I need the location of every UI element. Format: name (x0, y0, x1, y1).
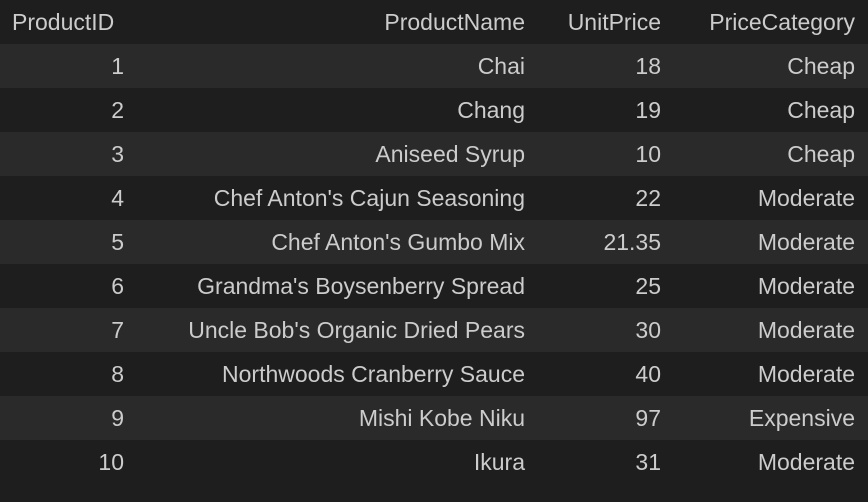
cell-unitprice[interactable]: 21.35 (538, 220, 674, 264)
cell-unitprice[interactable]: 97 (538, 396, 674, 440)
cell-unitprice[interactable]: 31 (538, 440, 674, 484)
cell-productid[interactable]: 4 (0, 176, 137, 220)
table-header: ProductID ProductName UnitPrice PriceCat… (0, 0, 868, 44)
table-row[interactable]: 6 Grandma's Boysenberry Spread 25 Modera… (0, 264, 868, 308)
cell-pricecategory[interactable]: Moderate (674, 264, 868, 308)
cell-pricecategory[interactable]: Moderate (674, 176, 868, 220)
cell-productname[interactable]: Ikura (137, 440, 538, 484)
cell-unitprice[interactable]: 19 (538, 88, 674, 132)
table-row[interactable]: 3 Aniseed Syrup 10 Cheap (0, 132, 868, 176)
cell-productname[interactable]: Chang (137, 88, 538, 132)
cell-productname[interactable]: Grandma's Boysenberry Spread (137, 264, 538, 308)
table-row[interactable]: 4 Chef Anton's Cajun Seasoning 22 Modera… (0, 176, 868, 220)
column-header-productid[interactable]: ProductID (0, 0, 137, 44)
cell-productname[interactable]: Northwoods Cranberry Sauce (137, 352, 538, 396)
column-header-unitprice[interactable]: UnitPrice (538, 0, 674, 44)
table-row[interactable]: 1 Chai 18 Cheap (0, 44, 868, 88)
cell-pricecategory[interactable]: Moderate (674, 220, 868, 264)
cell-productid[interactable]: 10 (0, 440, 137, 484)
cell-productid[interactable]: 6 (0, 264, 137, 308)
column-header-productname[interactable]: ProductName (137, 0, 538, 44)
table-row[interactable]: 7 Uncle Bob's Organic Dried Pears 30 Mod… (0, 308, 868, 352)
cell-unitprice[interactable]: 18 (538, 44, 674, 88)
cell-productname[interactable]: Chef Anton's Gumbo Mix (137, 220, 538, 264)
table-row[interactable]: 9 Mishi Kobe Niku 97 Expensive (0, 396, 868, 440)
table-row[interactable]: 10 Ikura 31 Moderate (0, 440, 868, 484)
cell-productid[interactable]: 7 (0, 308, 137, 352)
cell-pricecategory[interactable]: Cheap (674, 88, 868, 132)
column-header-pricecategory[interactable]: PriceCategory (674, 0, 868, 44)
cell-productname[interactable]: Aniseed Syrup (137, 132, 538, 176)
cell-unitprice[interactable]: 22 (538, 176, 674, 220)
cell-unitprice[interactable]: 30 (538, 308, 674, 352)
cell-productname[interactable]: Mishi Kobe Niku (137, 396, 538, 440)
cell-productid[interactable]: 5 (0, 220, 137, 264)
cell-productid[interactable]: 2 (0, 88, 137, 132)
table-row[interactable]: 5 Chef Anton's Gumbo Mix 21.35 Moderate (0, 220, 868, 264)
cell-productid[interactable]: 1 (0, 44, 137, 88)
cell-pricecategory[interactable]: Moderate (674, 308, 868, 352)
header-row: ProductID ProductName UnitPrice PriceCat… (0, 0, 868, 44)
table-row[interactable]: 2 Chang 19 Cheap (0, 88, 868, 132)
cell-productname[interactable]: Chef Anton's Cajun Seasoning (137, 176, 538, 220)
cell-unitprice[interactable]: 40 (538, 352, 674, 396)
query-result-grid: ProductID ProductName UnitPrice PriceCat… (0, 0, 868, 502)
cell-pricecategory[interactable]: Moderate (674, 440, 868, 484)
table-body: 1 Chai 18 Cheap 2 Chang 19 Cheap 3 Anise… (0, 44, 868, 484)
cell-pricecategory[interactable]: Cheap (674, 44, 868, 88)
cell-productname[interactable]: Chai (137, 44, 538, 88)
cell-productid[interactable]: 9 (0, 396, 137, 440)
result-table: ProductID ProductName UnitPrice PriceCat… (0, 0, 868, 484)
table-row[interactable]: 8 Northwoods Cranberry Sauce 40 Moderate (0, 352, 868, 396)
cell-pricecategory[interactable]: Cheap (674, 132, 868, 176)
cell-productid[interactable]: 3 (0, 132, 137, 176)
cell-pricecategory[interactable]: Expensive (674, 396, 868, 440)
cell-unitprice[interactable]: 25 (538, 264, 674, 308)
cell-unitprice[interactable]: 10 (538, 132, 674, 176)
cell-productid[interactable]: 8 (0, 352, 137, 396)
cell-pricecategory[interactable]: Moderate (674, 352, 868, 396)
cell-productname[interactable]: Uncle Bob's Organic Dried Pears (137, 308, 538, 352)
